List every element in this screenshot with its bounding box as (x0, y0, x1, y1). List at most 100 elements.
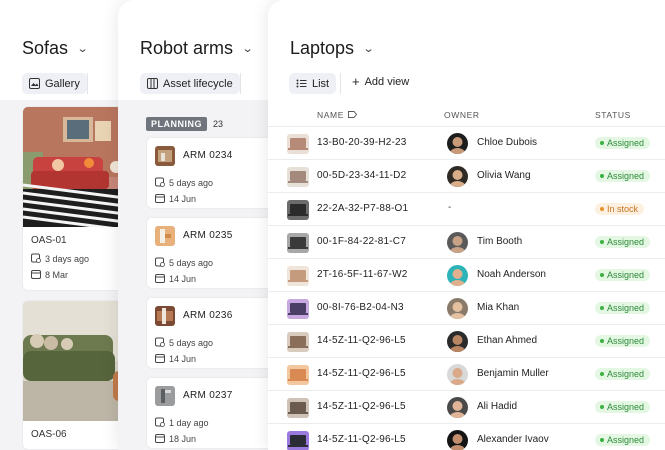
status-label: Assigned (607, 237, 645, 247)
column-status-tag: PLANNING (146, 117, 207, 131)
status-badge: Assigned (595, 236, 651, 248)
table-row[interactable]: 14-5Z-11-Q2-96-L5 Ali Hadid Assigned (268, 390, 665, 423)
laptop-thumbnail (287, 431, 309, 450)
status-label: Assigned (607, 435, 645, 445)
status-dot-icon (600, 405, 604, 409)
status-dot-icon (600, 174, 604, 178)
laptop-thumbnail (287, 299, 309, 319)
owner-name: Olivia Wang (477, 170, 531, 181)
laptop-thumbnail (287, 398, 309, 418)
column-header-owner[interactable]: OWNER (444, 110, 480, 120)
status-label: Assigned (607, 402, 645, 412)
owner-name: Ethan Ahmed (477, 335, 538, 346)
app-stage: Sofas ⌄ Gallery OAS-01 3 days ago 8 Mar … (0, 0, 665, 450)
plus-icon: + (352, 74, 360, 89)
sofas-title-text: Sofas (22, 38, 69, 58)
owner-name: Noah Anderson (477, 269, 546, 280)
chevron-down-icon[interactable]: ⌄ (242, 42, 254, 55)
chevron-down-icon[interactable]: ⌄ (77, 42, 89, 55)
laptop-thumbnail (287, 200, 309, 220)
sofa-image (23, 107, 131, 227)
owner-name: Ali Hadid (477, 401, 518, 412)
status-badge: Assigned (595, 137, 651, 149)
board-card-date-row: 14 Jun (155, 353, 196, 365)
board-card-updated: 5 days ago (155, 177, 213, 189)
board-card-updated: 5 days ago (155, 257, 213, 269)
owner-name: Tim Booth (477, 236, 523, 247)
board-card-ago: 1 day ago (169, 418, 209, 428)
calendar-icon (31, 269, 41, 281)
clock-icon (155, 177, 165, 189)
gallery-card[interactable]: OAS-01 3 days ago 8 Mar (22, 106, 132, 291)
board-card-ago: 5 days ago (169, 338, 214, 348)
table-row[interactable]: 13-B0-20-39-H2-23 Chloe Dubois Assigned (268, 126, 665, 159)
avatar (447, 430, 468, 450)
board-icon (147, 78, 158, 89)
list-view-label: List (312, 77, 330, 90)
table-row[interactable]: 2T-16-5F-11-67-W2 Noah Anderson Assigned (268, 258, 665, 291)
gallery-card[interactable]: OAS-06 (22, 300, 132, 450)
calendar-icon (155, 433, 165, 445)
asset-name: 13-B0-20-39-H2-23 (317, 137, 407, 148)
clock-icon (155, 337, 165, 349)
status-badge: Assigned (595, 170, 651, 182)
asset-name: 22-2A-32-P7-88-O1 (317, 203, 409, 214)
chevron-down-icon[interactable]: ⌄ (363, 42, 375, 55)
asset-lifecycle-view-tab[interactable]: Asset lifecycle (140, 73, 240, 94)
column-header-status[interactable]: STATUS (595, 110, 631, 120)
board-card-updated: 5 days ago (155, 337, 213, 349)
add-view-label: Add view (364, 76, 410, 88)
gallery-view-tab[interactable]: Gallery (22, 73, 87, 94)
laptops-title[interactable]: Laptops ⌄ (290, 38, 375, 59)
status-label: In stock (607, 204, 639, 214)
laptop-thumbnail (287, 266, 309, 286)
status-label: Assigned (607, 171, 645, 181)
table-row[interactable]: 22-2A-32-P7-88-O1 - In stock (268, 192, 665, 225)
robot-arms-title[interactable]: Robot arms ⌄ (140, 38, 254, 59)
avatar (447, 331, 468, 352)
board-card-date: 14 Jun (169, 274, 197, 284)
status-dot-icon (600, 240, 604, 244)
board-card[interactable]: ARM 0234 5 days ago 14 Jun (146, 137, 274, 209)
asset-name: 00-1F-84-22-81-C7 (317, 236, 406, 247)
owner-name: Chloe Dubois (477, 137, 538, 148)
gallery-card-name: OAS-06 (31, 429, 67, 440)
column-count: 23 (213, 119, 224, 129)
asset-name: 14-5Z-11-Q2-96-L5 (317, 401, 406, 412)
table-row[interactable]: 00-8I-76-B2-04-N3 Mia Khan Assigned (268, 291, 665, 324)
board-card[interactable]: ARM 0236 5 days ago 14 Jun (146, 297, 274, 369)
add-view-button[interactable]: + Add view (352, 74, 410, 89)
laptop-thumbnail (287, 167, 309, 187)
status-dot-icon (600, 306, 604, 310)
asset-name: 14-5Z-11-Q2-96-L5 (317, 335, 406, 346)
table-row[interactable]: 00-1F-84-22-81-C7 Tim Booth Assigned (268, 225, 665, 258)
board-card-name: ARM 0235 (183, 230, 233, 241)
board-card[interactable]: ARM 0237 1 day ago 18 Jun (146, 377, 274, 449)
sofas-title[interactable]: Sofas ⌄ (22, 38, 89, 59)
calendar-icon (155, 273, 165, 285)
status-label: Assigned (607, 270, 645, 280)
board-card-date-row: 18 Jun (155, 433, 196, 445)
divider (340, 73, 341, 94)
status-dot-icon (600, 207, 604, 211)
column-header-name-label: NAME (317, 110, 344, 120)
board-card-name: ARM 0237 (183, 390, 233, 401)
asset-name: 14-5Z-11-Q2-96-L5 (317, 434, 406, 445)
list-view-tab[interactable]: List (289, 73, 337, 94)
table-row[interactable]: 14-5Z-11-Q2-96-L5 Benjamin Muller Assigned (268, 357, 665, 390)
status-label: Assigned (607, 336, 645, 346)
divider (240, 73, 241, 94)
table-row[interactable]: 00-5D-23-34-11-D2 Olivia Wang Assigned (268, 159, 665, 192)
status-badge: Assigned (595, 302, 651, 314)
status-dot-icon (600, 273, 604, 277)
board-card[interactable]: ARM 0235 5 days ago 14 Jun (146, 217, 274, 289)
sofa-image (23, 301, 131, 421)
clock-icon (155, 417, 165, 429)
avatar (447, 133, 468, 154)
column-header-name[interactable]: NAME (317, 110, 358, 120)
table-row[interactable]: 14-5Z-11-Q2-96-L5 Alexander Ivaov Assigned (268, 423, 665, 450)
robot-arm-thumbnail (155, 146, 175, 166)
table-row[interactable]: 14-5Z-11-Q2-96-L5 Ethan Ahmed Assigned (268, 324, 665, 357)
calendar-icon (155, 353, 165, 365)
board-card-date-row: 14 Jun (155, 273, 196, 285)
